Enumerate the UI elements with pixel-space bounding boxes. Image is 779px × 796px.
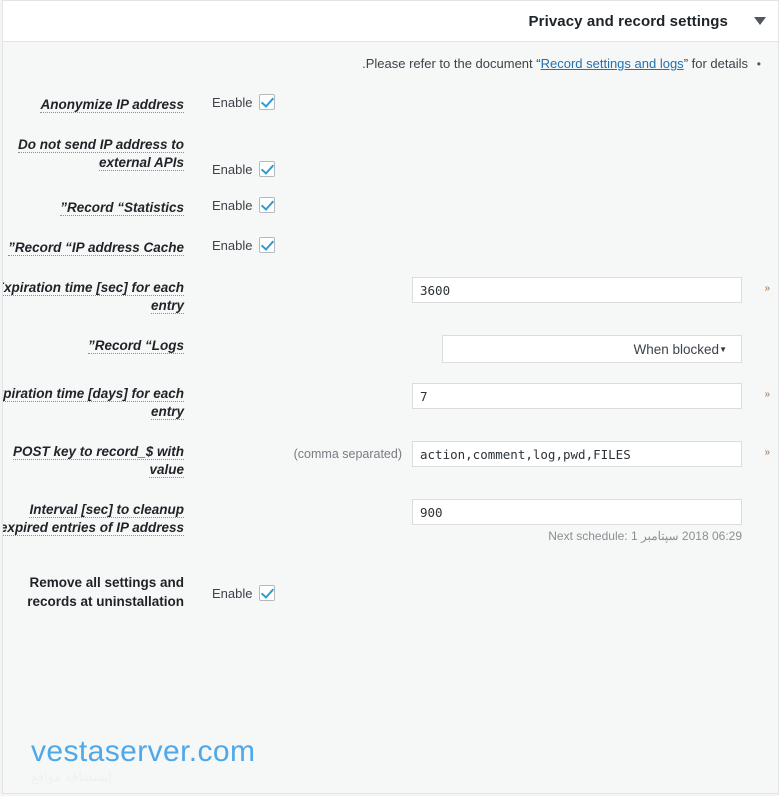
row-label-cell: Anonymize IP address [3, 84, 202, 124]
row-marker [742, 227, 778, 267]
row-field: 06:29 2018 سپتامبر Next schedule: 1 [202, 489, 742, 553]
table-row: Enable Anonymize IP address [3, 84, 778, 124]
page-title: Privacy and record settings [528, 12, 728, 30]
table-row: « (comma separated) POST key to record_$… [3, 431, 778, 489]
enable-label: Enable [212, 237, 253, 253]
row-label-cell: ”Record “Logs [3, 325, 202, 373]
table-row: Enable Do not send IP address to externa… [3, 124, 778, 187]
label-record-ip-address-cache: ”Record “IP address Cache [8, 240, 184, 256]
record-logs-select[interactable]: ▼ When blocked [442, 335, 742, 363]
enable-label: Enable [212, 161, 253, 177]
row-label-cell: Expiration time [days] for each entry [3, 373, 202, 431]
label-post-key-to-record: POST key to record_$ with value [12, 444, 184, 478]
watermark: vestaserver.com إستضافة مواقع [31, 735, 255, 785]
checkbox-record-statistics[interactable] [259, 197, 276, 213]
table-row: 06:29 2018 سپتامبر Next schedule: 1 Inte… [3, 489, 778, 553]
row-marker: « [764, 389, 770, 400]
enable-label: Enable [212, 585, 253, 601]
label-record-statistics: ”Record “Statistics [60, 200, 184, 216]
enable-toggle-anonymize-ip[interactable]: Enable [212, 94, 276, 110]
panel-header: Privacy and record settings [3, 1, 778, 42]
label-do-not-send-ip-external-apis: Do not send IP address to external APIs [17, 137, 184, 171]
label-record-logs: ”Record “Logs [87, 338, 184, 354]
row-label-cell: Remove all settings and records at unins… [3, 553, 202, 621]
table-row: ▼ When blocked ”Record “Logs [3, 325, 778, 373]
enable-toggle-no-external-api[interactable]: Enable [212, 161, 276, 177]
row-marker [742, 553, 778, 621]
checkbox-remove-on-uninstall[interactable] [259, 585, 276, 601]
expiration-time-sec-input[interactable] [412, 277, 742, 303]
label-anonymize-ip-address: Anonymize IP address [40, 97, 184, 113]
row-marker: « [764, 447, 770, 458]
row-label-cell: ”Record “Statistics [3, 187, 202, 227]
record-settings-and-logs-link[interactable]: Record settings and logs [541, 56, 684, 71]
row-label-cell: ”Record “IP address Cache [3, 227, 202, 267]
row-marker [742, 489, 778, 553]
intro-text-after: ” for details [683, 56, 748, 71]
row-marker: « [764, 283, 770, 294]
expiration-time-days-input[interactable] [412, 383, 742, 409]
table-row: Enable ”Record “Statistics [3, 187, 778, 227]
checkbox-no-external-api[interactable] [259, 161, 276, 177]
table-row: Enable ”Record “IP address Cache [3, 227, 778, 267]
checkbox-anonymize-ip[interactable] [259, 94, 276, 110]
row-label-cell: Expiration time [sec] for each entry [3, 267, 202, 325]
watermark-brand: vestaserver.com [31, 735, 256, 768]
row-field [202, 267, 742, 325]
intro-list: .Please refer to the document “Record se… [21, 54, 764, 74]
table-row: « Expiration time [sec] for each entry [3, 267, 778, 325]
row-field: ▼ When blocked [202, 325, 742, 373]
table-row: Enable Remove all settings and records a… [3, 553, 778, 621]
enable-toggle-record-statistics[interactable]: Enable [212, 197, 276, 213]
enable-label: Enable [212, 197, 253, 213]
row-field: Enable [202, 124, 742, 187]
label-expiration-time-days: Expiration time [days] for each entry [3, 386, 184, 420]
row-marker [742, 124, 778, 187]
privacy-record-settings-panel: Privacy and record settings .Please refe… [2, 0, 779, 794]
label-expiration-time-sec: Expiration time [sec] for each entry [3, 280, 184, 314]
row-field [202, 373, 742, 431]
cleanup-interval-input[interactable] [412, 499, 742, 525]
chevron-down-icon: ▼ [719, 344, 727, 354]
next-schedule-note: 06:29 2018 سپتامبر Next schedule: 1 [548, 529, 742, 543]
row-label-cell: Do not send IP address to external APIs [3, 124, 202, 187]
row-field: Enable [202, 84, 742, 124]
record-logs-selected-value: When blocked [633, 341, 720, 357]
row-marker [742, 84, 778, 124]
row-field: Enable [202, 187, 742, 227]
post-key-input[interactable] [412, 441, 742, 467]
post-key-hint: (comma separated) [293, 447, 402, 461]
enable-label: Enable [212, 94, 253, 110]
row-field: (comma separated) [202, 431, 742, 489]
row-marker [742, 325, 778, 373]
chevron-down-icon[interactable] [742, 2, 778, 40]
table-row: « Expiration time [days] for each entry [3, 373, 778, 431]
label-cleanup-interval: Interval [sec] to cleanup expired entrie… [3, 502, 184, 536]
row-marker [742, 187, 778, 227]
intro-notice: .Please refer to the document “Record se… [3, 42, 778, 84]
row-field: Enable [202, 227, 742, 267]
watermark-subtitle: إستضافة مواقع [31, 769, 112, 784]
intro-text-before: .Please refer to the document “ [362, 56, 541, 71]
enable-toggle-record-ip-cache[interactable]: Enable [212, 237, 276, 253]
settings-form-table: Enable Anonymize IP address Enable Do no… [3, 84, 778, 621]
checkbox-record-ip-cache[interactable] [259, 237, 276, 253]
row-label-cell: POST key to record_$ with value [3, 431, 202, 489]
enable-toggle-remove-on-uninstall[interactable]: Enable [212, 585, 276, 601]
row-field: Enable [202, 553, 742, 621]
row-label-cell: Interval [sec] to cleanup expired entrie… [3, 489, 202, 553]
label-remove-all-settings: Remove all settings and records at unins… [27, 575, 184, 609]
list-item: .Please refer to the document “Record se… [21, 54, 761, 74]
